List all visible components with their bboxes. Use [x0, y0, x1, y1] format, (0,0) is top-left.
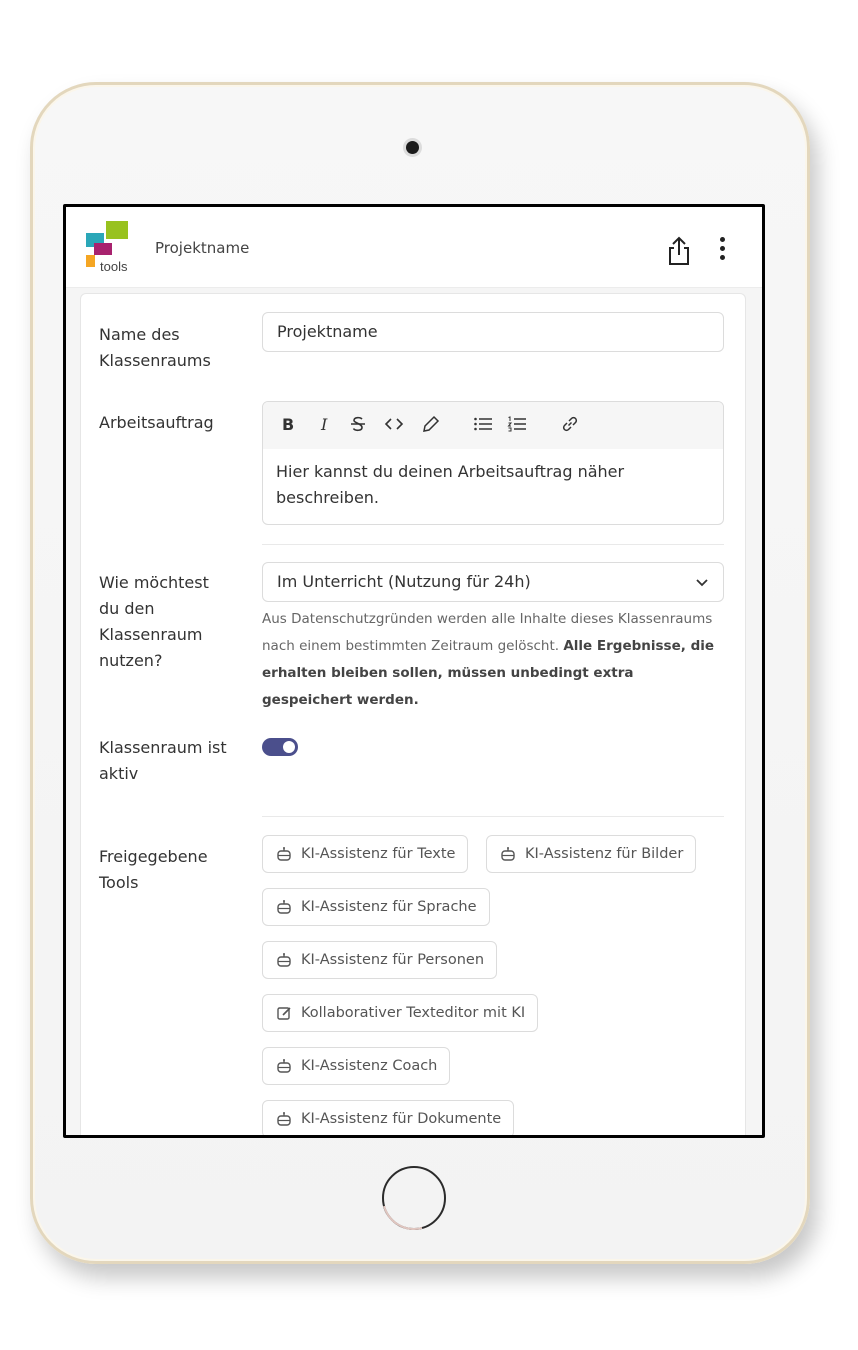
- app-viewport: tools Projektname Name des Klassenraums …: [66, 207, 762, 1135]
- robot-icon: [277, 847, 291, 861]
- robot-icon: [277, 900, 291, 914]
- chevron-down-icon: [696, 579, 708, 587]
- code-icon[interactable]: [384, 415, 404, 437]
- tool-chip-bilder[interactable]: KI-Assistenz für Bilder: [486, 835, 697, 873]
- logo-text: tools: [100, 259, 128, 274]
- tool-chip-texteditor[interactable]: Kollaborativer Texteditor mit KI: [262, 994, 539, 1032]
- name-label: Name des Klassenraums: [99, 325, 211, 370]
- tool-chip-personen[interactable]: KI-Assistenz für Personen: [262, 941, 498, 979]
- settings-card: Name des Klassenraums Projektname Arbeit…: [80, 293, 746, 1135]
- italic-icon[interactable]: I: [321, 415, 327, 434]
- tool-chip-label: KI-Assistenz für Dokumente: [301, 1111, 502, 1127]
- active-toggle[interactable]: [262, 738, 298, 756]
- task-editor[interactable]: B I Hier kannst du deinen Arbeitsauftrag…: [262, 401, 724, 525]
- link-icon[interactable]: [561, 415, 579, 437]
- usage-label: Wie möchtest du den Klassenraum nutzen?: [99, 573, 209, 670]
- robot-icon: [277, 953, 291, 967]
- more-options-button[interactable]: [716, 237, 728, 265]
- section-divider: [262, 544, 724, 545]
- robot-icon: [277, 1112, 291, 1126]
- section-divider: [262, 816, 724, 817]
- home-button[interactable]: [382, 1166, 446, 1230]
- front-camera: [406, 141, 419, 154]
- editor-toolbar: B I: [263, 402, 723, 449]
- tool-chip-label: KI-Assistenz Coach: [301, 1058, 438, 1074]
- tool-chip-texte[interactable]: KI-Assistenz für Texte: [262, 835, 469, 873]
- edit-icon: [277, 1007, 291, 1020]
- tool-chip-label: Kollaborativer Texteditor mit KI: [301, 1005, 526, 1021]
- task-editor-text[interactable]: Hier kannst du deinen Arbeitsauftrag näh…: [276, 459, 706, 511]
- highlight-icon[interactable]: [422, 415, 440, 437]
- strikethrough-icon[interactable]: [349, 415, 367, 437]
- toggle-knob: [283, 741, 295, 753]
- tool-chip-label: KI-Assistenz für Personen: [301, 952, 485, 968]
- tools-label: Freigegebene Tools: [99, 847, 208, 892]
- usage-help-text: Aus Datenschutzgründen werden alle Inhal…: [262, 606, 724, 714]
- more-dot-icon: [719, 246, 725, 251]
- usage-select[interactable]: Im Unterricht (Nutzung für 24h): [262, 562, 724, 602]
- ordered-list-icon[interactable]: [507, 415, 527, 437]
- tool-chip-label: KI-Assistenz für Texte: [301, 846, 456, 862]
- logo-square-magenta: [94, 243, 112, 255]
- tool-chip-sprache[interactable]: KI-Assistenz für Sprache: [262, 888, 490, 926]
- classroom-name-input[interactable]: Projektname: [262, 312, 724, 352]
- tool-chip-label: KI-Assistenz für Bilder: [525, 846, 684, 862]
- tablet-screen: tools Projektname Name des Klassenraums …: [63, 204, 765, 1138]
- bullet-list-icon[interactable]: [473, 415, 493, 437]
- tool-chip-label: KI-Assistenz für Sprache: [301, 899, 477, 915]
- app-header: tools Projektname: [66, 207, 762, 288]
- share-icon: [669, 236, 689, 265]
- logo-square-orange: [86, 255, 95, 267]
- share-button[interactable]: [666, 235, 692, 267]
- more-dot-icon: [719, 237, 725, 242]
- page-title: Projektname: [155, 239, 250, 257]
- logo-square-green: [106, 221, 128, 239]
- bold-icon[interactable]: B: [282, 415, 294, 434]
- tool-chip-coach[interactable]: KI-Assistenz Coach: [262, 1047, 451, 1085]
- robot-icon: [501, 847, 515, 861]
- usage-select-value: Im Unterricht (Nutzung für 24h): [277, 572, 531, 591]
- active-label: Klassenraum ist aktiv: [99, 738, 227, 783]
- robot-icon: [277, 1059, 291, 1073]
- task-label: Arbeitsauftrag: [99, 413, 214, 432]
- more-dot-icon: [719, 255, 725, 260]
- tool-chip-dokumente[interactable]: KI-Assistenz für Dokumente: [262, 1100, 515, 1135]
